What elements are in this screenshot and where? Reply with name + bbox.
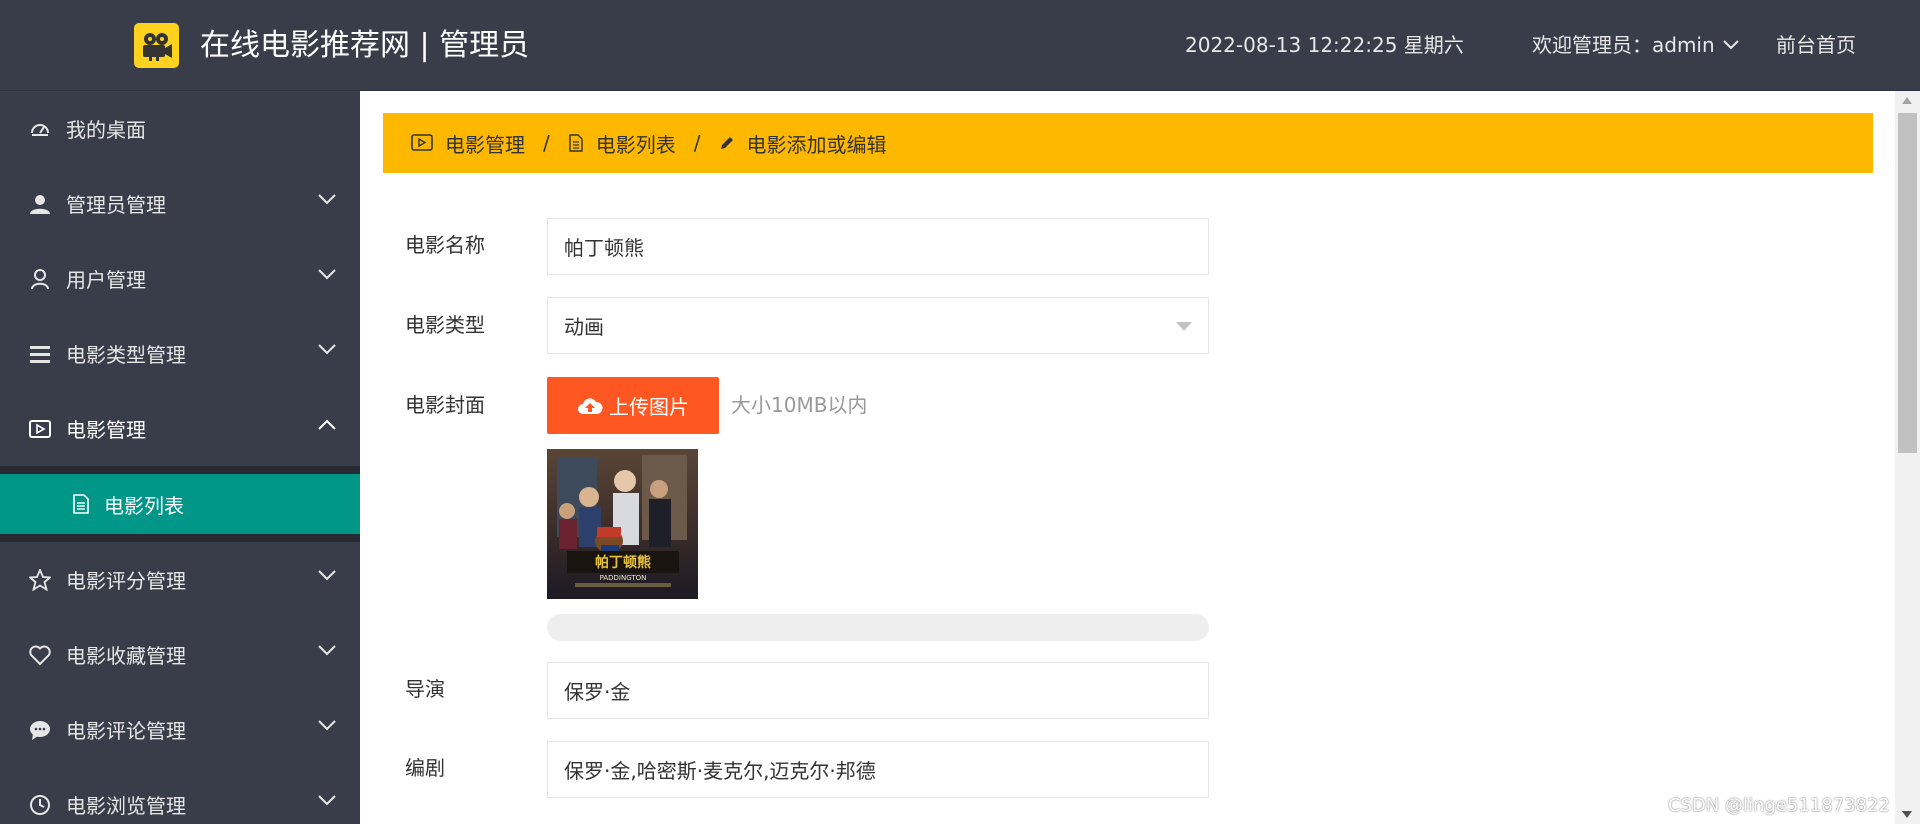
breadcrumb-item-movie-list[interactable]: 电影列表 (568, 129, 676, 158)
submenu-movie-management: 电影列表 (0, 466, 360, 542)
breadcrumb-label: 电影管理 (445, 132, 525, 157)
sidebar-item-movie-type-management[interactable]: 电影类型管理 (0, 316, 360, 391)
welcome-text: 欢迎管理员：admin (1532, 33, 1715, 57)
caret-down-icon (1176, 322, 1192, 331)
chevron-down-icon (318, 795, 336, 806)
movie-name-value: 帕丁顿熊 (564, 236, 644, 260)
dashboard-icon (28, 117, 52, 141)
writer-value: 保罗·金,哈密斯·麦克尔,迈克尔·邦德 (564, 759, 876, 783)
breadcrumb: 电影管理 / 电影列表 / 电影添加或编辑 (383, 113, 1873, 173)
breadcrumb-label: 电影添加或编辑 (746, 132, 887, 157)
sidebar-item-label: 电影管理 (66, 418, 146, 442)
pencil-icon (720, 137, 733, 149)
writer-input[interactable]: 保罗·金,哈密斯·麦克尔,迈克尔·邦德 (547, 741, 1209, 798)
director-value: 保罗·金 (564, 680, 631, 704)
sidebar-item-label: 用户管理 (66, 268, 146, 292)
list-icon (28, 342, 52, 366)
breadcrumb-separator: / (543, 131, 550, 155)
svg-text:帕丁顿熊: 帕丁顿熊 (595, 554, 651, 571)
upload-button-label: 上传图片 (609, 395, 689, 419)
clock-icon (28, 793, 52, 817)
frontpage-link[interactable]: 前台首页 (1776, 31, 1856, 59)
sidebar-item-admin-management[interactable]: 管理员管理 (0, 166, 360, 241)
svg-text:PADDINGTON: PADDINGTON (600, 574, 647, 582)
admin-user-menu[interactable]: 欢迎管理员：admin (1532, 31, 1739, 59)
csdn-watermark: CSDN @linge511873822 (1667, 795, 1890, 816)
chevron-down-icon (318, 570, 336, 581)
sidebar-item-label: 我的桌面 (66, 118, 146, 142)
document-icon (70, 493, 92, 515)
main-scrollbar[interactable] (1895, 91, 1920, 824)
sidebar-item-movie-management[interactable]: 电影管理 (0, 391, 360, 466)
scroll-up-arrow-icon[interactable] (1902, 97, 1912, 104)
upload-size-tip: 大小10MB以内 (731, 393, 868, 417)
video-icon (411, 134, 433, 151)
movie-cover-label: 电影封面 (405, 393, 485, 417)
top-header: 在线电影推荐网 | 管理员 2022-08-13 12:22:25 星期六 欢迎… (0, 0, 1920, 91)
movie-type-label: 电影类型 (405, 313, 485, 337)
chevron-down-icon (1722, 40, 1739, 50)
user-solid-icon (28, 192, 52, 216)
chevron-down-icon (318, 344, 336, 355)
breadcrumb-separator: / (693, 131, 701, 155)
movie-cover-thumbnail: 帕丁顿熊 PADDINGTON (547, 449, 698, 599)
sidebar-item-user-management[interactable]: 用户管理 (0, 241, 360, 316)
breadcrumb-label: 电影列表 (595, 132, 676, 157)
movie-type-select[interactable]: 动画 (547, 297, 1209, 354)
site-title: 在线电影推荐网 | 管理员 (200, 28, 530, 63)
movie-camera-logo-icon (134, 23, 179, 68)
user-outline-icon (28, 267, 52, 291)
sidebar-item-label: 电影评论管理 (66, 719, 186, 743)
sidebar-subitem-movie-list[interactable]: 电影列表 (0, 474, 360, 534)
movie-name-label: 电影名称 (405, 233, 485, 257)
sidebar-item-label: 电影类型管理 (66, 343, 186, 367)
cloud-upload-icon (578, 397, 603, 414)
sidebar-item-label: 电影收藏管理 (66, 644, 186, 668)
video-icon (28, 417, 52, 441)
movie-name-input[interactable]: 帕丁顿熊 (547, 218, 1209, 275)
main-content: 电影管理 / 电影列表 / 电影添加或编辑 电影名称 帕丁顿熊 电影类型 动画 … (360, 91, 1920, 824)
writer-label: 编剧 (405, 756, 445, 780)
comment-icon (28, 718, 52, 742)
chevron-up-icon (318, 419, 336, 430)
upload-progress-bar (547, 614, 1209, 641)
sidebar-item-rating-management[interactable]: 电影评分管理 (0, 542, 360, 617)
sidebar-item-label: 管理员管理 (66, 193, 166, 217)
chevron-down-icon (318, 194, 336, 205)
sidebar-item-label: 电影浏览管理 (66, 794, 186, 818)
sidebar-item-comment-management[interactable]: 电影评论管理 (0, 692, 360, 767)
breadcrumb-item-movie-management[interactable]: 电影管理 (411, 129, 525, 158)
movie-type-value: 动画 (564, 315, 604, 339)
breadcrumb-item-movie-edit: 电影添加或编辑 (719, 129, 887, 158)
scrollbar-thumb[interactable] (1898, 113, 1917, 453)
director-label: 导演 (405, 677, 445, 701)
upload-image-button[interactable]: 上传图片 (547, 377, 719, 434)
star-icon (28, 568, 52, 592)
sidebar-item-favorite-management[interactable]: 电影收藏管理 (0, 617, 360, 692)
current-datetime: 2022-08-13 12:22:25 星期六 (1185, 33, 1464, 57)
director-input[interactable]: 保罗·金 (547, 662, 1209, 719)
chevron-down-icon (318, 720, 336, 731)
heart-icon (28, 643, 52, 667)
sidebar-item-desktop[interactable]: 我的桌面 (0, 91, 360, 166)
scroll-down-arrow-icon[interactable] (1902, 811, 1912, 818)
document-icon (569, 134, 583, 152)
sidebar-item-label: 电影评分管理 (66, 569, 186, 593)
chevron-down-icon (318, 645, 336, 656)
chevron-down-icon (318, 269, 336, 280)
sidebar: 我的桌面 管理员管理 用户管理 电影类型管理 电影管理 电影列表 电影评分管理 … (0, 91, 360, 824)
sidebar-subitem-label: 电影列表 (104, 493, 184, 518)
sidebar-item-browse-management[interactable]: 电影浏览管理 (0, 767, 360, 824)
